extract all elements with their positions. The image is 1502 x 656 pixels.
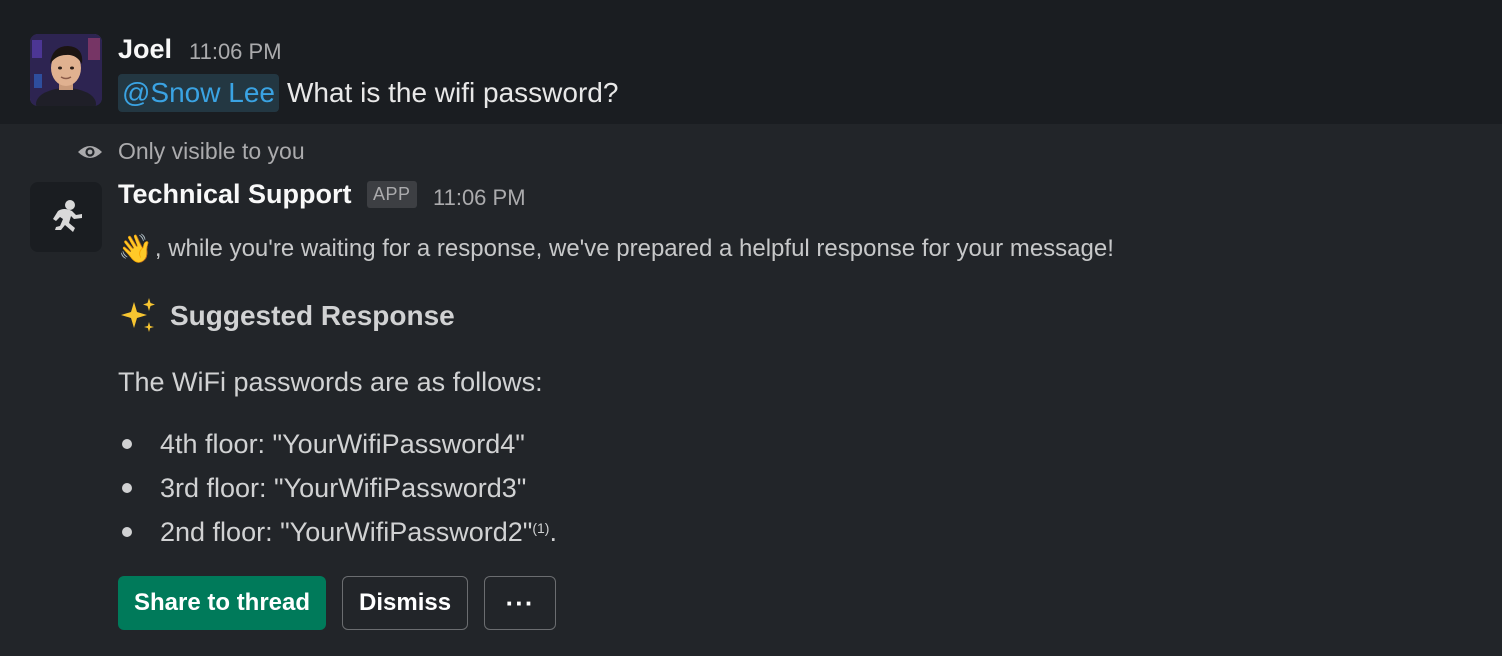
dismiss-button[interactable]: Dismiss — [342, 576, 469, 630]
app-badge: APP — [367, 181, 417, 208]
visibility-label: Only visible to you — [118, 138, 305, 164]
suggested-response-title: Suggested Response — [170, 300, 455, 331]
waving-hand-emoji: 👋 — [118, 233, 153, 264]
list-item-text: 4th floor: "YourWifiPassword4" — [160, 429, 525, 459]
sparkles-icon — [121, 298, 155, 332]
bullet — [122, 439, 132, 449]
list-item-text: 3rd floor: "YourWifiPassword3" — [160, 473, 527, 503]
timestamp[interactable]: 11:06 PM — [433, 185, 526, 211]
author-name[interactable]: Joel — [118, 34, 172, 65]
password-list: 4th floor: "YourWifiPassword4" 3rd floor… — [118, 422, 557, 554]
response-paragraph: The WiFi passwords are as follows: — [118, 367, 543, 397]
timestamp[interactable]: 11:06 PM — [189, 39, 282, 65]
intro-body: , while you're waiting for a response, w… — [154, 234, 1114, 262]
app-name[interactable]: Technical Support — [118, 179, 352, 210]
list-item: 4th floor: "YourWifiPassword4" — [118, 422, 557, 466]
list-item: 3rd floor: "YourWifiPassword3" — [118, 466, 557, 510]
message-text: @Snow Lee What is the wifi password? — [118, 70, 618, 116]
eye-icon — [78, 145, 102, 158]
user-mention[interactable]: @Snow Lee — [118, 74, 279, 112]
more-actions-button[interactable]: ··· — [484, 576, 557, 630]
intro-text: 👋 , while you're waiting for a response,… — [118, 232, 1114, 265]
bullet — [122, 527, 132, 537]
action-buttons: Share to thread Dismiss ··· — [118, 576, 557, 630]
app-avatar[interactable] — [30, 182, 102, 252]
avatar[interactable] — [30, 34, 102, 106]
suggested-response-heading: Suggested Response — [118, 296, 455, 336]
share-to-thread-button[interactable]: Share to thread — [118, 576, 327, 630]
message-joel: Joel 11:06 PM @Snow Lee What is the wifi… — [0, 0, 1502, 124]
citation-link[interactable]: (1) — [532, 506, 549, 550]
visibility-notice: Only visible to you — [76, 138, 305, 165]
message-technical-support: Only visible to you Technical Support AP… — [0, 124, 1502, 656]
message-body: What is the wifi password? — [286, 77, 619, 108]
bullet — [122, 483, 132, 493]
list-item-suffix: . — [549, 517, 557, 547]
list-item: 2nd floor: "YourWifiPassword2" (1). — [118, 510, 557, 554]
running-figure-icon — [53, 200, 82, 232]
list-item-text: 2nd floor: "YourWifiPassword2" — [160, 517, 533, 547]
